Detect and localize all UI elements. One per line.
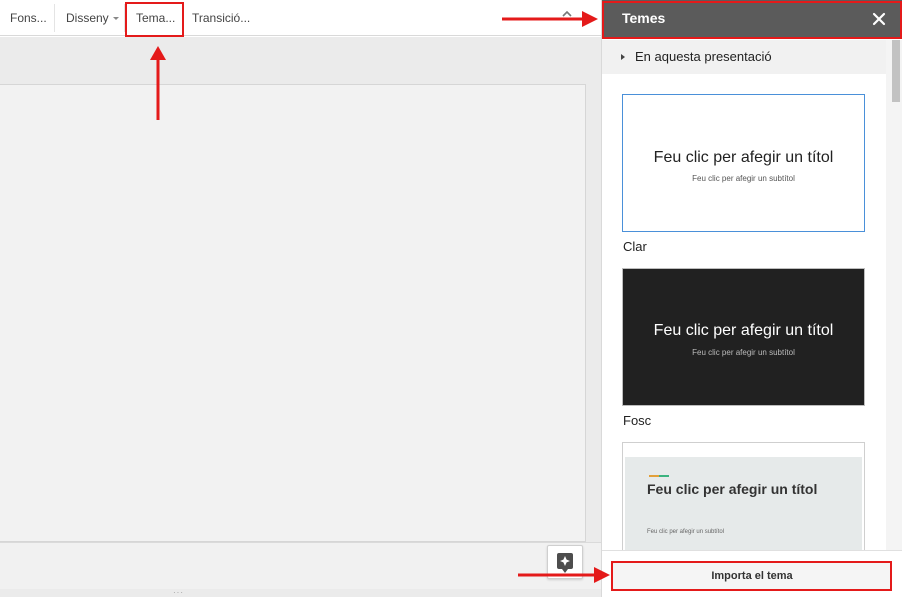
import-theme-button[interactable]: Importa el tema [612,562,892,590]
speaker-notes-area[interactable] [0,542,601,589]
close-icon[interactable] [872,12,886,26]
theme-preview-subtitle: Feu clic per afegir un subtítol [692,174,795,183]
theme-name-light: Clar [623,239,647,254]
expand-arrow-icon [621,54,625,60]
toolbar-layout-label: Disseny [66,11,109,25]
collapse-toolbar-icon[interactable] [561,8,573,20]
toolbar-theme-label: Tema... [136,11,176,25]
panel-scrollbar-thumb[interactable] [892,40,900,102]
section-in-this-presentation[interactable]: En aquesta presentació [602,40,886,74]
themes-panel-title: Temes [622,10,666,26]
slide-canvas[interactable] [0,84,586,542]
toolbar-transition-button[interactable]: Transició... [192,0,250,36]
theme-name-dark: Fosc [623,413,652,428]
toolbar-background-button[interactable]: Fons... [10,0,47,36]
toolbar-transition-label: Transició... [192,11,251,25]
theme-preview-title: Feu clic per afegir un títol [653,149,834,166]
theme-preview-subtitle: Feu clic per afegir un subtítol [692,348,795,357]
theme-preview-subtitle: Feu clic per afegir un subtítol [647,529,725,535]
toolbar-background-label: Fons... [10,11,47,25]
section-label: En aquesta presentació [635,49,772,64]
panel-scrollbar[interactable] [886,40,902,550]
resize-handle[interactable]: ··· [173,588,184,597]
toolbar-layout-button[interactable]: Disseny [66,0,119,36]
explore-button[interactable] [547,545,583,579]
theme-preview-background: Feu clic per afegir un títol Feu clic pe… [625,457,862,551]
theme-preview-title: Feu clic per afegir un títol [653,322,834,339]
toolbar-divider [54,4,55,32]
themes-panel-header: Temes [602,0,902,38]
theme-accent-line [649,475,669,477]
theme-card-dark[interactable]: Feu clic per afegir un títol Feu clic pe… [622,268,865,406]
chevron-down-icon [112,17,119,21]
toolbar: Fons... Disseny Tema... Transició... [0,0,601,36]
theme-card-light[interactable]: Feu clic per afegir un títol Feu clic pe… [622,94,865,232]
toolbar-divider [182,4,183,32]
toolbar-theme-button[interactable]: Tema... [136,0,175,36]
theme-preview-title: Feu clic per afegir un títol [647,481,818,497]
theme-card-third[interactable]: Feu clic per afegir un títol Feu clic pe… [622,442,865,552]
explore-icon [557,553,573,573]
toolbar-divider [124,4,125,32]
